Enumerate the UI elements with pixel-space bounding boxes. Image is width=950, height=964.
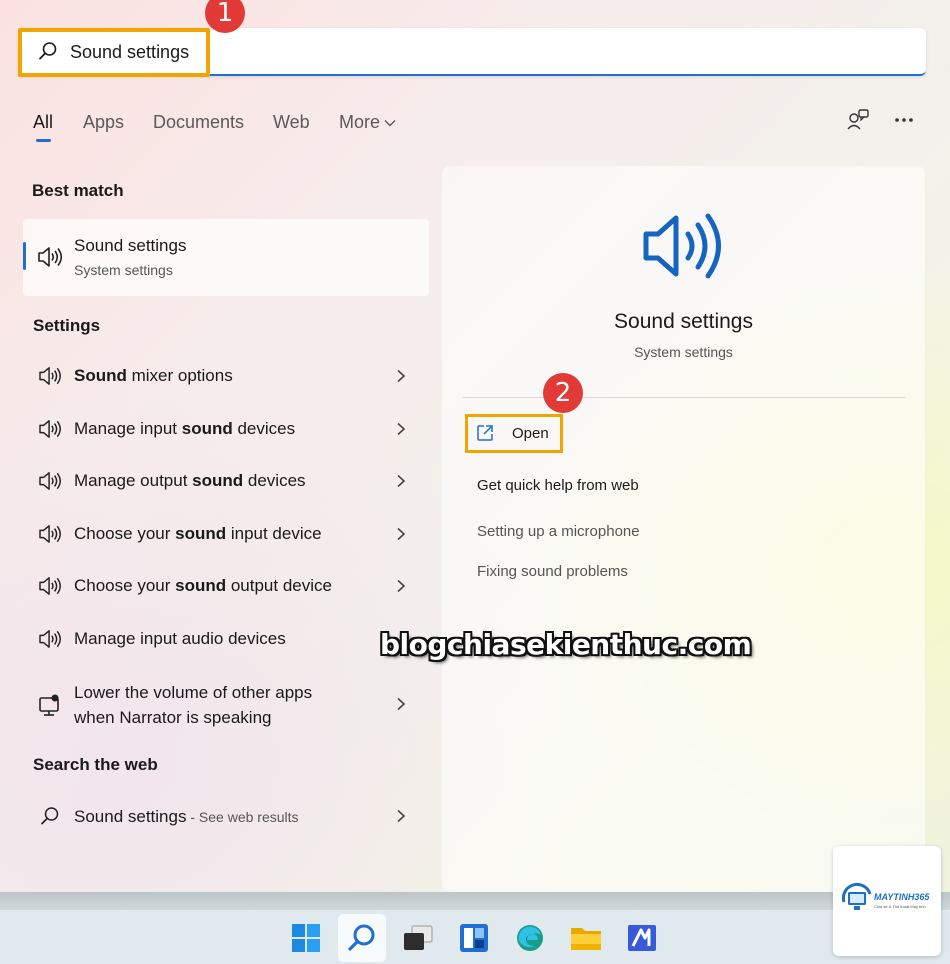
settings-result-text-post: devices [243, 471, 306, 490]
search-icon [40, 806, 64, 830]
settings-heading: Settings [33, 316, 101, 335]
web-result-label: Sound settings - See web results [74, 804, 299, 830]
preview-title: Sound settings [614, 310, 753, 333]
taskbar-shadow [0, 892, 950, 912]
widgets-icon[interactable] [450, 914, 498, 962]
speaker-icon [38, 629, 62, 653]
tab-documents[interactable]: Documents [153, 112, 244, 133]
step-badge-2: 2 [543, 373, 583, 413]
speaker-icon [38, 576, 62, 600]
settings-result-text-post: mixer options [126, 366, 233, 385]
settings-result-label: Choose your sound input device [74, 521, 322, 546]
settings-result-text-pre: Choose your [74, 524, 176, 543]
search-web-heading: Search the web [33, 755, 158, 774]
speaker-icon [37, 246, 63, 270]
settings-result-text-post: input device [226, 524, 322, 543]
settings-result-label: Manage input audio devices [74, 626, 286, 651]
settings-result-text-pre: Manage output [74, 471, 193, 490]
logo-name: MAYTINH365 [874, 892, 930, 902]
tab-more[interactable]: More [339, 112, 396, 133]
settings-result-text-pre: Choose your [74, 576, 176, 595]
settings-result-label: Manage input sound devices [74, 416, 295, 441]
settings-result-text-pre: Manage input audio devices [74, 629, 286, 648]
settings-result-label: Lower the volume of other apps when Narra… [74, 680, 312, 730]
windows-start-icon[interactable] [282, 914, 330, 962]
settings-result-label: Manage output sound devices [74, 468, 306, 493]
settings-result-text-bold: sound [181, 419, 233, 438]
web-result-suffix: - See web results [186, 809, 299, 825]
best-match-subtitle: System settings [74, 262, 173, 278]
speaker-icon [38, 366, 62, 390]
feedback-icon[interactable] [846, 108, 870, 132]
file-explorer-icon[interactable] [562, 914, 610, 962]
speaker-icon [38, 524, 62, 548]
chevron-right-icon [395, 474, 407, 488]
settings-result-text-bold: Sound [74, 366, 127, 385]
preview-subtitle: System settings [634, 344, 733, 360]
chevron-down-icon [384, 120, 396, 127]
task-view-icon[interactable] [394, 914, 442, 962]
settings-result-line: Lower the volume of other apps [74, 683, 313, 702]
tab-apps[interactable]: Apps [83, 112, 124, 133]
tab-web[interactable]: Web [273, 112, 310, 133]
chevron-right-icon [395, 369, 407, 383]
speaker-icon [38, 419, 62, 443]
chevron-right-icon [395, 809, 407, 823]
narrator-icon [38, 694, 62, 718]
store-icon[interactable] [618, 914, 666, 962]
monitor-logo-icon [840, 882, 874, 921]
settings-result-text-post: output device [226, 576, 332, 595]
selection-indicator [23, 242, 26, 270]
settings-result-text-bold: sound [175, 576, 227, 595]
settings-result-text-post: devices [232, 419, 296, 438]
best-match-title: Sound settings [74, 236, 187, 255]
tab-all[interactable]: All [33, 112, 53, 133]
help-link-sound-problems[interactable]: Fixing sound problems [477, 563, 628, 580]
open-highlight-box [465, 414, 563, 453]
best-match-result[interactable] [23, 219, 429, 296]
search-highlight-box [18, 28, 210, 77]
web-result-query: Sound settings [74, 807, 187, 826]
edge-icon[interactable] [506, 914, 554, 962]
help-link-microphone[interactable]: Setting up a microphone [477, 523, 640, 540]
more-options-icon[interactable] [892, 108, 916, 132]
divider [462, 397, 906, 398]
quick-help-heading: Get quick help from web [477, 477, 639, 494]
chevron-right-icon [395, 697, 407, 711]
settings-result-line: when Narrator is speaking [74, 708, 272, 727]
speaker-icon [38, 471, 62, 495]
settings-result-text-bold: sound [175, 524, 227, 543]
settings-result-text-bold: sound [192, 471, 244, 490]
settings-result-text-pre: Manage input [74, 419, 182, 438]
chevron-right-icon [395, 527, 407, 541]
logo-tagline: Chia sẻ & Thủ thuật Máy tính [874, 904, 926, 909]
chevron-right-icon [395, 422, 407, 436]
watermark-text: blogchiasekienthuc.com [380, 628, 752, 661]
settings-result-label: Choose your sound output device [74, 573, 332, 598]
chevron-right-icon [395, 579, 407, 593]
search-icon[interactable] [338, 914, 386, 962]
best-match-heading: Best match [32, 181, 124, 200]
tab-all-indicator [36, 139, 51, 142]
settings-result-label: Sound mixer options [74, 363, 233, 388]
tab-more-label: More [339, 112, 381, 132]
speaker-large-icon [642, 210, 726, 287]
